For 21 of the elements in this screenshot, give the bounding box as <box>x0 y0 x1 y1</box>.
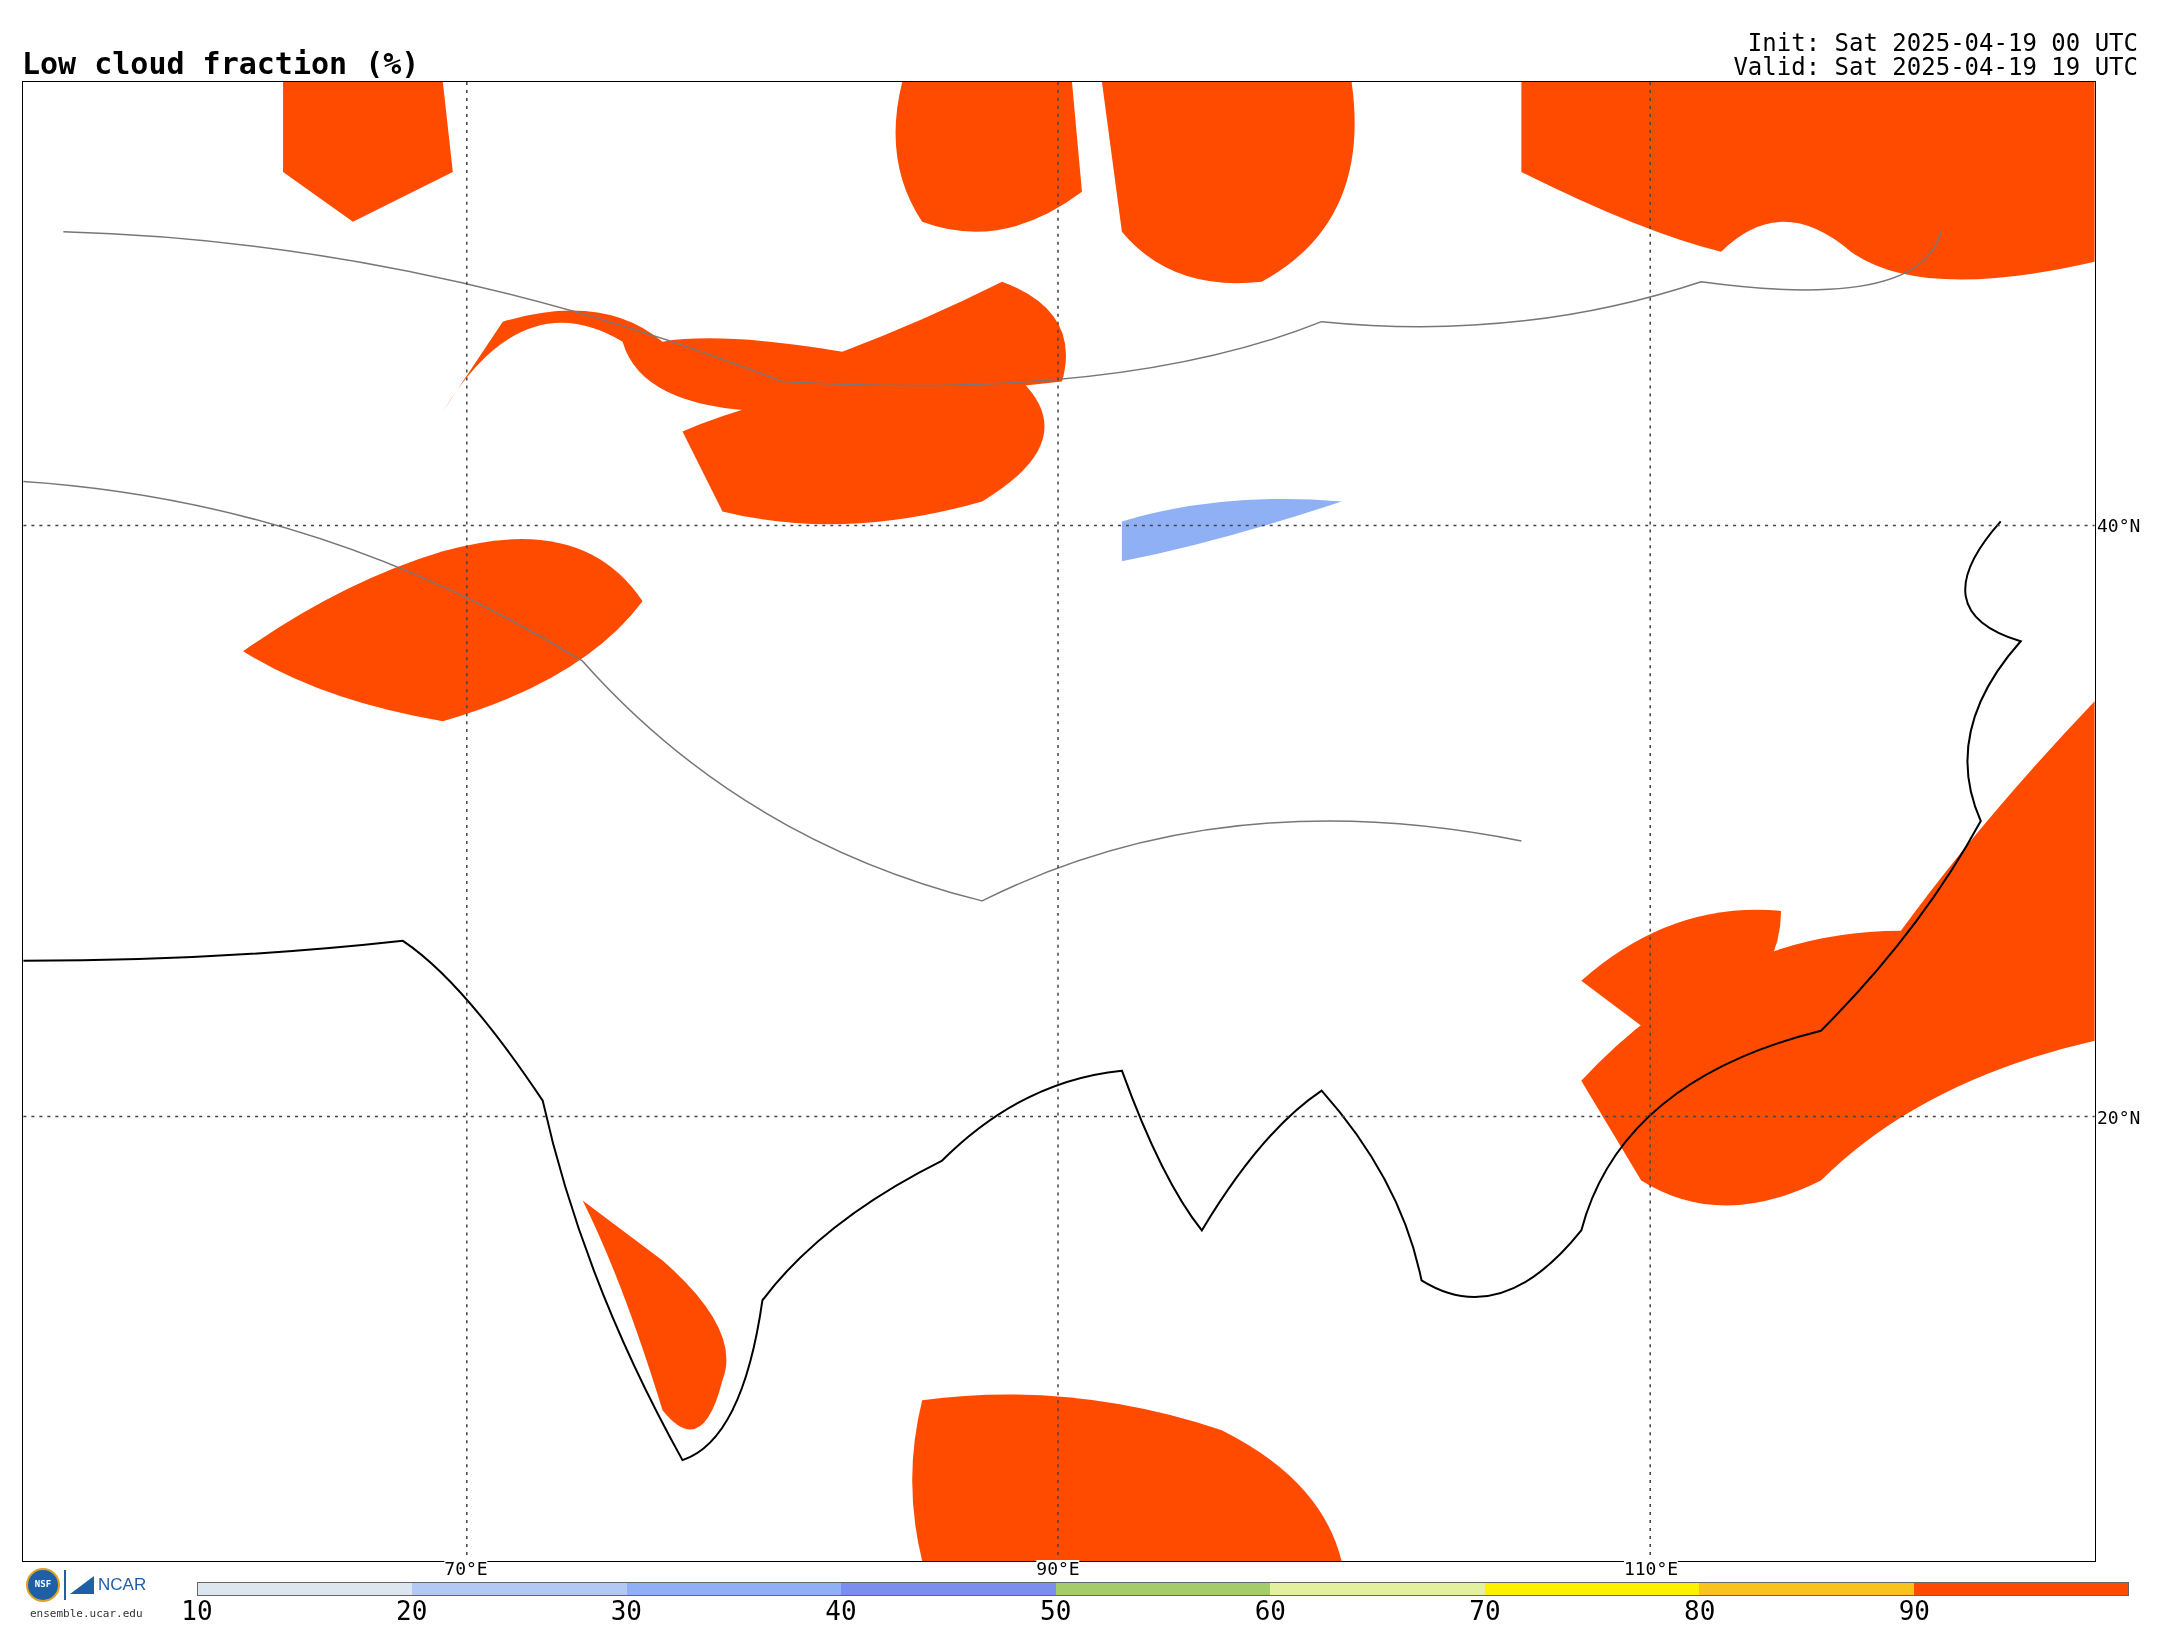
longitude-label: 70°E <box>444 1560 488 1578</box>
longitude-label: 90°E <box>1036 1560 1080 1578</box>
nsf-logo-text: NSF <box>34 1578 52 1592</box>
color-bar-tick-label: 30 <box>610 1598 642 1624</box>
latitude-label: 20°N <box>2097 1109 2141 1127</box>
longitude-label: 110°E <box>1623 1560 1679 1578</box>
color-bar-tick-label: 80 <box>1684 1598 1716 1624</box>
valid-time: Valid: Sat 2025-04-19 19 UTC <box>1733 55 2138 79</box>
chart-title: Low cloud fraction (%) <box>22 49 420 79</box>
color-bar-tick-label: 90 <box>1898 1598 1930 1624</box>
color-bar-tick-label: 70 <box>1469 1598 1501 1624</box>
color-bar-tick-label: 10 <box>181 1598 213 1624</box>
website-url: ensemble.ucar.edu <box>30 1608 143 1619</box>
color-bar-tick-label: 60 <box>1254 1598 1286 1624</box>
color-bar-tick-label: 40 <box>825 1598 857 1624</box>
latitude-label: 40°N <box>2097 517 2141 535</box>
color-bar-tick-label: 50 <box>1040 1598 1072 1624</box>
ncar-logo-icon <box>70 1576 94 1594</box>
ncar-logo-text: NCAR <box>98 1574 147 1597</box>
color-bar-tick-label: 20 <box>396 1598 428 1624</box>
init-time: Init: Sat 2025-04-19 00 UTC <box>1747 31 2138 55</box>
